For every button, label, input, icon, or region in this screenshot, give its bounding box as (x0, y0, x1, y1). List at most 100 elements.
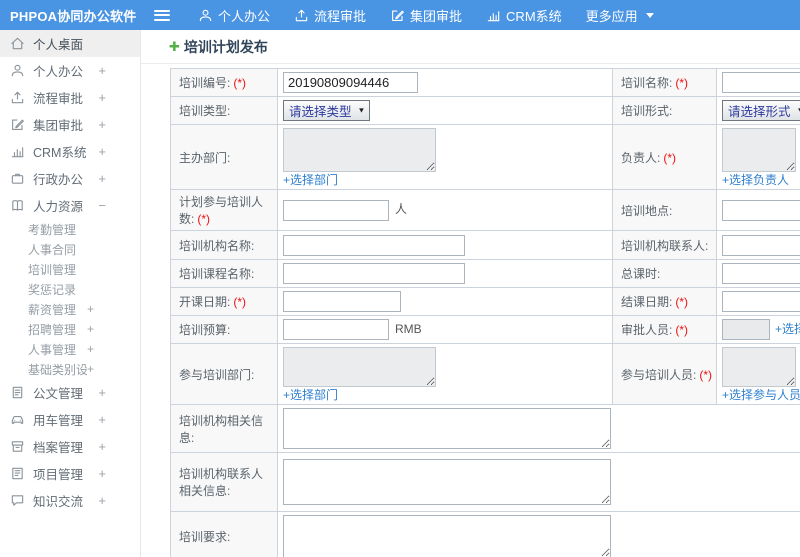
sidebar-item-group-approval[interactable]: 集团审批 + (0, 111, 140, 138)
select-department-link[interactable]: +选择部门 (283, 173, 338, 187)
form-row: 开课日期: (*) 结课日期: (*) (170, 287, 800, 316)
total-hours-input[interactable] (722, 263, 800, 284)
sidebar-item-documents[interactable]: 公文管理 + (0, 379, 140, 406)
required-marker: (*) (675, 76, 689, 90)
sidebar-item-label: 知识交流 (33, 495, 84, 509)
sidebar-item-label: 行政办公 (33, 173, 84, 187)
sidebar-item-projects[interactable]: 项目管理 + (0, 460, 140, 487)
top-nav: 个人办公 流程审批 集团审批 CRM系统 更多应用 (186, 0, 666, 30)
sidebar-item-desktop[interactable]: 个人桌面 (0, 30, 140, 57)
participating-staff-box[interactable] (722, 347, 796, 387)
nav-personal-office[interactable]: 个人办公 (186, 0, 282, 30)
sidebar-item-archives[interactable]: 档案管理 + (0, 433, 140, 460)
nav-group-approval[interactable]: 集团审批 (378, 0, 474, 30)
select-department-link[interactable]: +选择部门 (283, 388, 338, 402)
expand-toggle-icon[interactable]: + (87, 342, 94, 356)
planned-participants-input[interactable] (283, 199, 389, 221)
nav-more-apps[interactable]: 更多应用 (574, 0, 666, 30)
training-name-input[interactable] (722, 72, 800, 93)
start-date-input[interactable] (283, 291, 401, 312)
training-org-name-input[interactable] (283, 234, 465, 256)
training-course-name-input[interactable] (283, 263, 465, 284)
field-label: 培训机构联系人相关信息: (179, 467, 264, 498)
training-form-select[interactable]: 请选择形式 ▼ (722, 100, 800, 121)
expand-toggle-icon[interactable]: + (98, 466, 106, 481)
sidebar-item-label: 个人办公 (33, 65, 84, 79)
sidebar-item-label: 档案管理 (33, 441, 84, 455)
nav-crm[interactable]: CRM系统 (474, 0, 574, 30)
sidebar-item-label: 集团审批 (33, 119, 84, 133)
expand-toggle-icon[interactable]: + (98, 439, 106, 454)
training-budget-input[interactable] (283, 319, 389, 340)
field-cell: 人 (277, 189, 613, 231)
host-department-box[interactable] (283, 128, 436, 172)
sidebar-sub-salary[interactable]: 薪资管理 + (0, 299, 140, 319)
expand-toggle-icon[interactable]: + (87, 362, 94, 376)
sidebar-sub-recruit[interactable]: 招聘管理 + (0, 319, 140, 339)
expand-toggle-icon[interactable]: + (98, 412, 106, 427)
sidebar-item-crm[interactable]: CRM系统 + (0, 138, 140, 165)
sidebar-sub-contracts[interactable]: 人事合同 (0, 239, 140, 259)
training-requirements-textarea[interactable] (283, 515, 611, 557)
sidebar-item-hr[interactable]: 人力资源 − (0, 192, 140, 219)
field-label-cell: 参与培训部门: (170, 343, 278, 405)
sidebar-item-vehicles[interactable]: 用车管理 + (0, 406, 140, 433)
training-location-input[interactable] (722, 199, 800, 221)
training-org-contact-info-textarea[interactable] (283, 459, 611, 505)
sidebar-item-label: 流程审批 (33, 92, 84, 106)
field-label: 培训形式: (621, 104, 673, 118)
training-number-input[interactable] (283, 72, 418, 93)
end-date-input[interactable] (722, 291, 800, 312)
field-label-cell: 培训要求: (170, 511, 278, 557)
unit-suffix: 人 (395, 202, 408, 217)
sidebar-item-label: 项目管理 (33, 468, 84, 482)
leader-box[interactable] (722, 128, 796, 172)
field-cell: 请选择形式 ▼ (716, 96, 800, 125)
nav-label: 集团审批 (410, 8, 463, 24)
expand-toggle-icon[interactable]: + (87, 322, 94, 336)
training-org-contact-input[interactable] (722, 234, 800, 256)
field-cell: +选择部门 (277, 124, 613, 190)
menu-icon[interactable] (154, 7, 170, 23)
sidebar-item-knowledge[interactable]: 知识交流 + (0, 487, 140, 514)
expand-toggle-icon[interactable]: + (98, 63, 106, 78)
nav-label: 流程审批 (314, 8, 367, 24)
expand-toggle-icon[interactable]: + (98, 493, 106, 508)
expand-toggle-icon[interactable]: + (98, 90, 106, 105)
sidebar-subitem-label: 基础类别设置 (28, 362, 87, 377)
field-label: 计划参与培训人数: (179, 195, 264, 226)
nav-workflow-approval[interactable]: 流程审批 (282, 0, 378, 30)
expand-toggle-icon[interactable]: + (98, 171, 106, 186)
expand-toggle-icon[interactable]: + (98, 144, 106, 159)
select-leader-link[interactable]: +选择负责人 (722, 173, 789, 187)
sidebar-subitem-label: 考勤管理 (28, 222, 77, 237)
field-cell (277, 452, 800, 512)
approver-input[interactable] (722, 319, 770, 340)
sidebar-item-admin-office[interactable]: 行政办公 + (0, 165, 140, 192)
expand-toggle-icon[interactable]: + (98, 385, 106, 400)
sidebar-sub-personnel[interactable]: 人事管理 + (0, 339, 140, 359)
sidebar-item-personal-office[interactable]: 个人办公 + (0, 57, 140, 84)
sidebar-item-workflow[interactable]: 流程审批 + (0, 84, 140, 111)
select-participants-link[interactable]: +选择参与人员 (722, 388, 800, 402)
expand-toggle-icon[interactable]: + (98, 117, 106, 132)
app-logo: PHPOA协同办公软件 (10, 8, 137, 24)
participating-departments-box[interactable] (283, 347, 436, 387)
field-label: 培训地点: (621, 203, 673, 218)
select-approver-link[interactable]: +选择审批人员 (775, 322, 800, 336)
field-label: 培训要求: (179, 530, 231, 544)
field-label-cell: 结课日期: (*) (612, 287, 717, 316)
sidebar-sub-training[interactable]: 培训管理 (0, 259, 140, 279)
field-cell: +选择负责人 (716, 124, 800, 190)
sidebar-sub-categories[interactable]: 基础类别设置+ (0, 359, 140, 379)
training-type-select[interactable]: 请选择类型 ▼ (283, 100, 371, 121)
expand-toggle-icon[interactable]: − (98, 198, 106, 213)
sidebar-sub-rewards[interactable]: 奖惩记录 (0, 279, 140, 299)
training-org-info-textarea[interactable] (283, 408, 611, 449)
field-label: 培训编号: (179, 76, 231, 90)
expand-toggle-icon[interactable]: + (87, 302, 94, 316)
sidebar-sub-attendance[interactable]: 考勤管理 (0, 219, 140, 239)
field-label: 培训机构联系人: (621, 238, 709, 253)
form-row: 培训要求: (170, 511, 800, 557)
field-cell (716, 259, 800, 288)
